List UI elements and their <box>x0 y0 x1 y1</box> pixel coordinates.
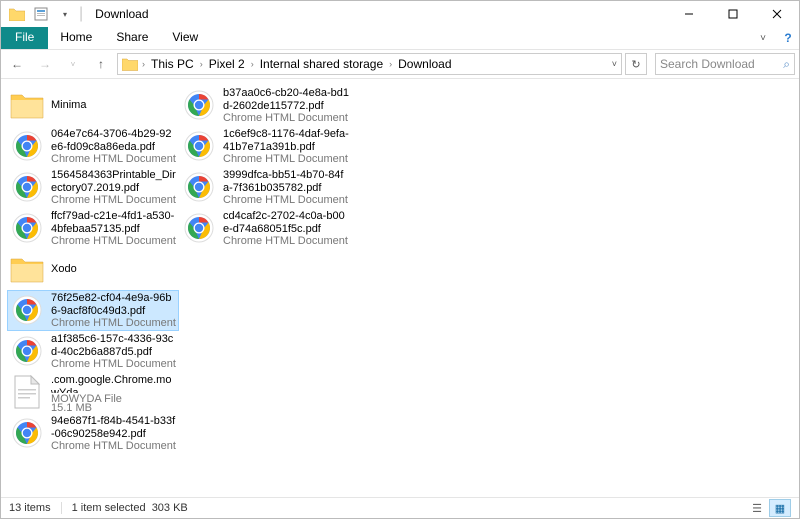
item-name: 064e7c64-3706-4b29-92e6-fd09c8a86eda.pdf <box>51 128 177 153</box>
chrome-icon <box>181 169 217 205</box>
chrome-icon <box>181 128 217 164</box>
up-button[interactable]: ↑ <box>89 52 113 76</box>
file-item[interactable]: 94e687f1-f84b-4541-b33f-06c90258e942.pdf… <box>7 413 179 454</box>
chevron-right-icon[interactable]: › <box>138 59 149 69</box>
chrome-icon <box>9 169 45 205</box>
item-type: Chrome HTML Document <box>51 235 177 247</box>
breadcrumb[interactable]: › This PC › Pixel 2 › Internal shared st… <box>117 53 622 75</box>
tab-share[interactable]: Share <box>104 27 160 49</box>
view-switcher: ☰ ▦ <box>746 499 791 517</box>
refresh-button[interactable]: ↻ <box>625 53 647 75</box>
back-button[interactable]: ← <box>5 52 29 76</box>
chrome-icon <box>9 333 45 369</box>
item-name: 1564584363Printable_Directory07.2019.pdf <box>51 169 177 194</box>
item-type: Chrome HTML Document <box>51 358 177 370</box>
ribbon-expand-button[interactable]: ˅ <box>749 27 777 49</box>
chevron-right-icon[interactable]: › <box>385 59 396 69</box>
icons-view-button[interactable]: ▦ <box>769 499 791 517</box>
folder-icon <box>7 4 27 24</box>
file-icon <box>9 374 45 410</box>
chrome-icon <box>9 292 45 328</box>
search-icon: ⌕ <box>783 57 790 72</box>
file-list[interactable]: Minima 064e7c64-3706-4b29-92e6-fd09c8a86e… <box>1 81 798 496</box>
item-name: cd4caf2c-2702-4c0a-b00e-d74a68051f5c.pdf <box>223 210 349 235</box>
window-title: Download <box>95 7 148 21</box>
tab-file[interactable]: File <box>1 27 48 49</box>
folder-icon <box>122 58 138 71</box>
tab-home[interactable]: Home <box>48 27 104 49</box>
recent-locations-button[interactable]: ˅ <box>61 52 85 76</box>
folder-item[interactable]: Minima <box>7 85 179 126</box>
status-selection: 1 item selected 303 KB <box>72 502 188 514</box>
crumb[interactable]: Internal shared storage <box>258 57 385 71</box>
chevron-right-icon[interactable]: › <box>196 59 207 69</box>
qat-dropdown-icon[interactable]: ▾ <box>55 4 75 24</box>
file-item[interactable]: ffcf79ad-c21e-4fd1-a530-4bfebaa57135.pdf… <box>7 208 179 249</box>
item-type: Chrome HTML Document <box>51 153 177 165</box>
file-item[interactable]: 064e7c64-3706-4b29-92e6-fd09c8a86eda.pdf… <box>7 126 179 167</box>
title-bar: ▾ | Download <box>1 1 799 27</box>
item-name: 94e687f1-f84b-4541-b33f-06c90258e942.pdf <box>51 415 177 440</box>
address-dropdown-button[interactable]: ˅ <box>612 59 621 69</box>
forward-button[interactable]: → <box>33 52 57 76</box>
crumb[interactable]: Pixel 2 <box>207 57 247 71</box>
item-type: Chrome HTML Document <box>223 194 349 206</box>
item-name: b37aa0c6-cb20-4e8a-bd1d-2602de115772.pdf <box>223 87 349 112</box>
item-name: a1f385c6-157c-4336-93cd-40c2b6a887d5.pdf <box>51 333 177 358</box>
file-item[interactable]: 76f25e82-cf04-4e9a-96b6-9acf8f0c49d3.pdf… <box>7 290 179 331</box>
file-item[interactable]: 1c6ef9c8-1176-4daf-9efa-41b7e71a391b.pdf… <box>179 126 351 167</box>
folder-icon <box>9 87 45 123</box>
item-type: Chrome HTML Document <box>51 440 177 452</box>
help-button[interactable]: ? <box>777 27 799 49</box>
address-bar: ← → ˅ ↑ › This PC › Pixel 2 › Internal s… <box>1 49 799 79</box>
item-type: Chrome HTML Document <box>223 235 349 247</box>
status-bar: 13 items 1 item selected 303 KB ☰ ▦ <box>1 497 799 518</box>
tab-view[interactable]: View <box>160 27 210 49</box>
item-type: Chrome HTML Document <box>223 112 349 124</box>
search-placeholder: Search Download <box>660 57 755 71</box>
item-type: Chrome HTML Document <box>51 194 177 206</box>
item-name: Minima <box>51 99 177 112</box>
file-item[interactable]: 1564584363Printable_Directory07.2019.pdf… <box>7 167 179 208</box>
chrome-icon <box>9 415 45 451</box>
status-item-count: 13 items <box>9 502 62 514</box>
item-size: 15.1 MB <box>51 402 177 411</box>
ribbon-tabs: File Home Share View ˅ ? <box>1 27 799 49</box>
crumb[interactable]: Download <box>396 57 453 71</box>
item-type: Chrome HTML Document <box>223 153 349 165</box>
item-type: MOWYDA File <box>51 393 177 402</box>
search-input[interactable]: Search Download ⌕ <box>655 53 795 75</box>
file-item[interactable]: 3999dfca-bb51-4b70-84fa-7f361b035782.pdf… <box>179 167 351 208</box>
qat-properties-icon[interactable] <box>31 4 51 24</box>
item-name: ffcf79ad-c21e-4fd1-a530-4bfebaa57135.pdf <box>51 210 177 235</box>
file-item[interactable]: .com.google.Chrome.mowYdaMOWYDA File15.1… <box>7 372 179 413</box>
file-item[interactable]: a1f385c6-157c-4336-93cd-40c2b6a887d5.pdf… <box>7 331 179 372</box>
chrome-icon <box>181 210 217 246</box>
file-item[interactable]: cd4caf2c-2702-4c0a-b00e-d74a68051f5c.pdf… <box>179 208 351 249</box>
chrome-icon <box>9 210 45 246</box>
file-item[interactable]: b37aa0c6-cb20-4e8a-bd1d-2602de115772.pdf… <box>179 85 351 126</box>
item-name: .com.google.Chrome.mowYda <box>51 374 177 393</box>
item-name: 76f25e82-cf04-4e9a-96b6-9acf8f0c49d3.pdf <box>51 292 177 317</box>
item-type: Chrome HTML Document <box>51 317 177 329</box>
chrome-icon <box>9 128 45 164</box>
minimize-button[interactable] <box>667 1 711 27</box>
chevron-right-icon[interactable]: › <box>247 59 258 69</box>
folder-icon <box>9 251 45 287</box>
item-name: 3999dfca-bb51-4b70-84fa-7f361b035782.pdf <box>223 169 349 194</box>
crumb[interactable]: This PC <box>149 57 196 71</box>
chrome-icon <box>181 87 217 123</box>
folder-item[interactable]: Xodo <box>7 249 179 290</box>
maximize-button[interactable] <box>711 1 755 27</box>
item-name: Xodo <box>51 263 177 276</box>
details-view-button[interactable]: ☰ <box>746 499 768 517</box>
close-button[interactable] <box>755 1 799 27</box>
item-name: 1c6ef9c8-1176-4daf-9efa-41b7e71a391b.pdf <box>223 128 349 153</box>
